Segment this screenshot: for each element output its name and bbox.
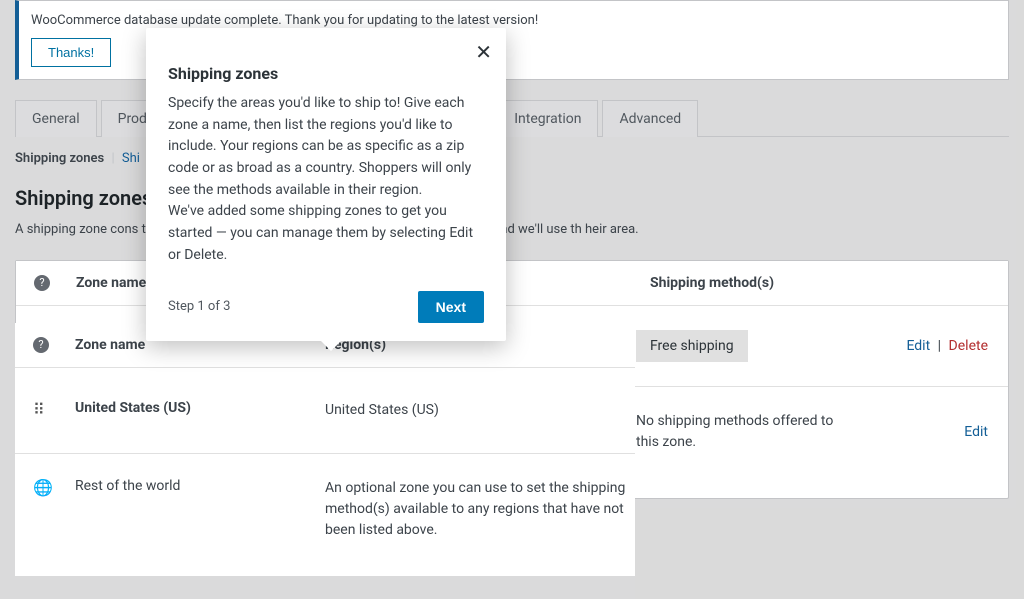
edit-link[interactable]: Edit — [906, 338, 930, 354]
close-icon: ✕ — [475, 42, 492, 64]
close-button[interactable]: ✕ — [475, 40, 492, 65]
tour-body: We've added some shipping zones to get y… — [168, 201, 484, 266]
notice-message: WooCommerce database update complete. Th… — [31, 13, 996, 28]
help-icon[interactable]: ? — [34, 275, 50, 291]
zone-region: United States (US) — [325, 400, 635, 421]
zone-name: Rest of the world — [75, 478, 325, 494]
zone-name[interactable]: United States (US) — [75, 400, 325, 416]
shipping-method-chip[interactable]: Free shipping — [636, 330, 748, 362]
subtab-options[interactable]: Shi — [122, 151, 140, 166]
drag-handle-icon[interactable]: ⠿ — [33, 400, 75, 419]
edit-link[interactable]: Edit — [964, 424, 988, 440]
tour-arrow-icon — [321, 341, 341, 351]
globe-icon: 🌐 — [33, 478, 75, 497]
tab-integration[interactable]: Integration — [497, 100, 598, 137]
tab-general[interactable]: General — [15, 100, 97, 137]
tab-advanced[interactable]: Advanced — [602, 100, 698, 137]
tour-step-indicator: Step 1 of 3 — [168, 299, 230, 314]
zone-region: An optional zone you can use to set the … — [325, 478, 635, 541]
header-methods: Shipping method(s) — [636, 275, 1008, 291]
next-button[interactable]: Next — [418, 291, 484, 323]
tour-highlight: ? Zone name Region(s) ⠿ United States (U… — [15, 323, 635, 576]
thanks-button[interactable]: Thanks! — [31, 38, 111, 67]
delete-link[interactable]: Delete — [949, 338, 988, 354]
no-methods-text: No shipping methods offered to this zone… — [636, 411, 836, 453]
tour-body: Specify the areas you'd like to ship to!… — [168, 93, 484, 201]
tour-popup: ✕ Shipping zones Specify the areas you'd… — [146, 28, 506, 341]
row-actions: Edit — [964, 424, 988, 440]
row-actions: Edit | Delete — [906, 338, 988, 354]
help-icon[interactable]: ? — [33, 337, 49, 353]
tour-title: Shipping zones — [168, 64, 484, 83]
subtab-zones[interactable]: Shipping zones — [15, 151, 104, 166]
